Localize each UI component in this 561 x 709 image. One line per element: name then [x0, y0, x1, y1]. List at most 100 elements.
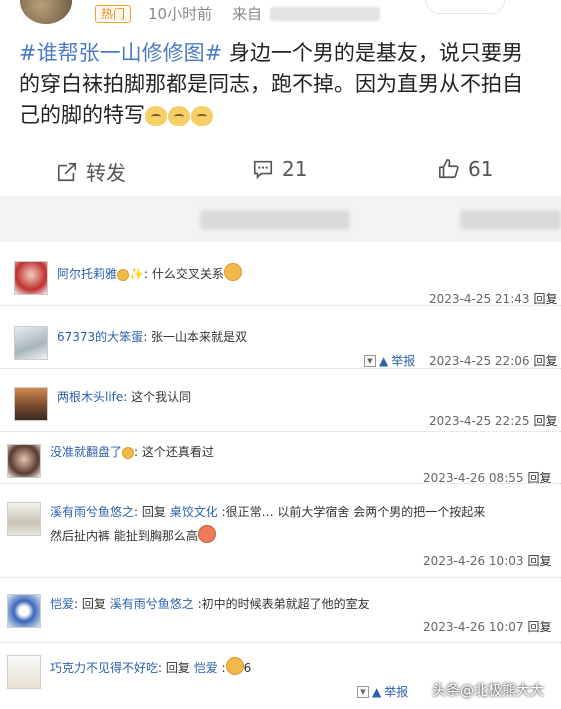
comment-time: 2023-4-25 22:06 — [429, 354, 530, 368]
blurred-source — [270, 7, 380, 21]
comment-meta: 2023-4-26 10:03 回复 — [423, 552, 552, 569]
section-divider — [0, 196, 561, 242]
share-icon — [57, 162, 77, 181]
doge-emoji-icon — [145, 105, 167, 126]
avatar[interactable] — [7, 594, 41, 628]
mention-link[interactable]: 恺爱 — [194, 661, 218, 675]
dropdown-arrow-icon: ▼ — [357, 685, 369, 698]
comment-text-line: 阿尔托莉雅 ✨: 什么交叉关系 — [57, 263, 242, 284]
comment-time: 2023-4-26 08:55 — [423, 471, 524, 485]
comment-body: 6 — [243, 661, 252, 675]
comment-item: 两根木头life: 这个我认同 2023-4-25 22:25 回复 — [0, 369, 561, 432]
comment-button[interactable]: 21 — [252, 157, 307, 181]
comment-text-line: 67373的大笨蛋: 张一山本来就是双 — [57, 330, 248, 344]
comment-username[interactable]: 巧克力不见得不好吃 — [50, 661, 158, 675]
comment-username[interactable]: 没准就翻盘了 — [50, 445, 122, 459]
comment-time: 2023-4-26 10:07 — [423, 620, 524, 634]
comment-text-line: 两根木头life: 这个我认同 — [57, 390, 192, 404]
comment-text-line: 巧克力不见得不好吃: 回复 恺爱 :6 — [50, 657, 251, 678]
reply-word: 回复 — [81, 597, 106, 611]
comment-meta: 2023-4-26 08:55 回复 — [423, 469, 552, 486]
report-label: 举报 — [391, 354, 416, 368]
avatar[interactable] — [14, 326, 48, 360]
avatar[interactable] — [7, 502, 41, 536]
avatar[interactable] — [14, 261, 48, 295]
avatar[interactable] — [7, 444, 41, 478]
reply-button[interactable]: 回复 — [528, 554, 552, 568]
follow-button[interactable] — [425, 0, 505, 14]
reply-button[interactable]: 回复 — [534, 354, 558, 368]
hashtag-link[interactable]: #谁帮张一山修修图# — [19, 41, 222, 65]
comment-text-line: 恺爱: 回复 溪有雨兮鱼悠之 :初中的时候表弟就超了他的室友 — [50, 597, 370, 611]
report-icon: ▲ — [379, 353, 389, 368]
comment-body-cont: 然后扯内裤 能扯到胸那么高 — [50, 529, 198, 543]
comment-item: 阿尔托莉雅 ✨: 什么交叉关系 2023-4-25 21:43 回复 — [0, 243, 561, 306]
comment-body: 张一山本来就是双 — [151, 330, 248, 344]
reply-button[interactable]: 回复 — [534, 414, 558, 428]
like-button[interactable]: 61 — [438, 157, 493, 181]
comment-text-line: 溪有雨兮鱼悠之: 回复 桌饺文化 :很正常… 以前大学宿舍 会两个男的把一个按起… — [50, 505, 486, 519]
comment-body: 这个还真看过 — [141, 445, 214, 459]
blurred-text — [460, 210, 561, 230]
avatar[interactable] — [14, 387, 48, 421]
crying-emoji-icon — [225, 657, 244, 675]
watermark: 头条@北极熊大大 — [432, 683, 544, 699]
post-time: 10小时前 — [148, 5, 213, 23]
post-body: #谁帮张一山修修图# 身边一个男的是基友，说只要男的穿白袜拍脚那都是同志，跑不掉… — [19, 38, 539, 132]
comment-text-line: 然后扯内裤 能扯到胸那么高 — [50, 525, 216, 546]
comment-body: 这个我认同 — [131, 390, 192, 404]
comment-username[interactable]: 恺爱 — [50, 597, 74, 611]
reply-word: 回复 — [165, 661, 190, 675]
mention-link[interactable]: 溪有雨兮鱼悠之 — [110, 597, 194, 611]
comment-time: 2023-4-25 21:43 — [429, 292, 530, 306]
like-count: 61 — [468, 157, 494, 181]
comment-list: 阿尔托莉雅 ✨: 什么交叉关系 2023-4-25 21:43 回复 67373的大… — [0, 243, 561, 709]
comment-username[interactable]: 溪有雨兮鱼悠之 — [50, 505, 134, 519]
comment-item: 溪有雨兮鱼悠之: 回复 桌饺文化 :很正常… 以前大学宿舍 会两个男的把一个按起… — [0, 490, 561, 578]
reply-button[interactable]: 回复 — [528, 620, 552, 634]
comment-meta: 2023-4-26 10:07 回复 — [423, 618, 552, 635]
comment-body: 什么交叉关系 — [151, 267, 224, 281]
action-bar: 转发 21 61 — [0, 145, 561, 195]
post-header: 热门 10小时前 来自 — [0, 0, 561, 32]
comment-time: 2023-4-26 10:03 — [423, 554, 524, 568]
doge-emoji-icon — [168, 105, 190, 126]
author-avatar[interactable] — [20, 0, 72, 24]
emoji-group — [145, 101, 214, 132]
comment-text-line: 没准就翻盘了: 这个还真看过 — [50, 445, 214, 459]
comment-meta: 2023-4-25 21:43 回复 — [429, 290, 558, 307]
comment-username[interactable]: 阿尔托莉雅 — [57, 267, 117, 281]
repost-label: 转发 — [86, 161, 126, 185]
mention-link[interactable]: 桌饺文化 — [170, 505, 218, 519]
reply-button[interactable]: 回复 — [534, 292, 558, 306]
angry-emoji-icon — [197, 525, 216, 543]
comment-count: 21 — [282, 157, 308, 181]
comment-username[interactable]: 两根木头life — [57, 390, 123, 404]
repost-button[interactable]: 转发 — [56, 157, 126, 186]
comment-meta: 2023-4-25 22:25 回复 — [429, 412, 558, 429]
thumbs-up-icon — [439, 159, 459, 179]
report-icon: ▲ — [372, 684, 382, 699]
comment-item: 67373的大笨蛋: 张一山本来就是双 ▼ ▲ 举报 2023-4-25 22:06… — [0, 306, 561, 369]
dropdown-arrow-icon: ▼ — [364, 354, 376, 367]
cat-emoji-icon — [117, 269, 130, 281]
comment-username[interactable]: 67373的大笨蛋 — [57, 330, 143, 344]
reply-button[interactable]: 回复 — [528, 471, 552, 485]
avatar[interactable] — [7, 655, 41, 689]
comment-item: 恺爱: 回复 溪有雨兮鱼悠之 :初中的时候表弟就超了他的室友 2023-4-26… — [0, 578, 561, 643]
laugh-emoji-icon — [122, 447, 135, 459]
hot-badge: 热门 — [95, 5, 132, 23]
report-button[interactable]: ▼ ▲ 举报 — [364, 352, 415, 369]
comment-icon — [253, 160, 273, 180]
comment-item: 没准就翻盘了: 这个还真看过 2023-4-26 08:55 回复 — [0, 432, 561, 486]
report-button[interactable]: ▼ ▲ 举报 — [357, 683, 408, 700]
doge-emoji-icon — [191, 105, 213, 126]
comment-body: :初中的时候表弟就超了他的室友 — [197, 597, 370, 611]
comment-body: :很正常… 以前大学宿舍 会两个男的把一个按起来 — [221, 505, 486, 519]
blurred-text — [200, 210, 350, 230]
sparkle-icon: ✨ — [129, 267, 144, 281]
surprised-emoji-icon — [223, 263, 242, 281]
reply-word: 回复 — [141, 505, 166, 519]
comment-meta: 2023-4-25 22:06 回复 — [429, 352, 558, 369]
post-source-label: 来自 — [232, 5, 263, 23]
